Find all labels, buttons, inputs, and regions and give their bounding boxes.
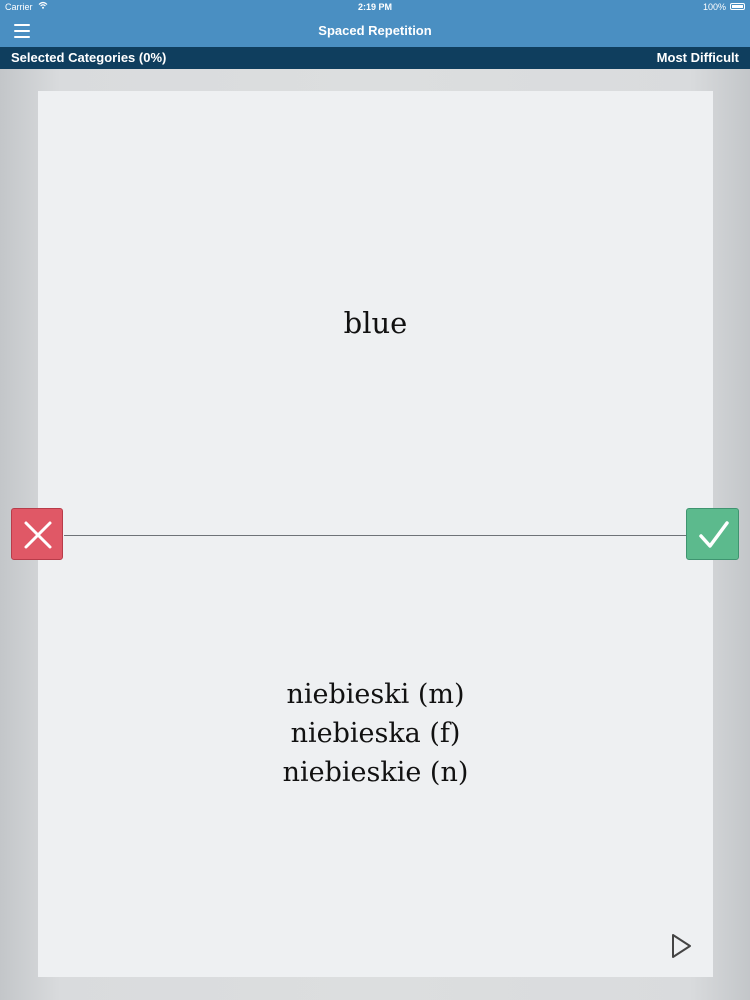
checkmark-icon — [699, 521, 729, 548]
translation-neuter: niebieskie (n) — [282, 757, 469, 788]
difficulty-mode-label[interactable]: Most Difficult — [657, 47, 739, 69]
category-bar: Selected Categories (0%) Most Difficult — [0, 47, 750, 69]
card-back-text: niebieski (m) niebieska (f) niebieskie (… — [38, 675, 713, 792]
translation-masculine: niebieski (m) — [286, 679, 465, 710]
translation-feminine: niebieska (f) — [290, 718, 461, 749]
status-bar: Carrier 2:19 PM 100% — [0, 0, 750, 14]
card-divider — [64, 535, 686, 536]
navigation-bar: Spaced Repetition — [0, 14, 750, 47]
battery-percentage: 100% — [702, 2, 726, 12]
mark-correct-button[interactable] — [686, 508, 739, 560]
play-icon[interactable] — [668, 932, 694, 960]
mark-wrong-button[interactable] — [11, 508, 63, 560]
status-time: 2:19 PM — [357, 2, 392, 12]
flashcard[interactable]: blue niebieski (m) niebieska (f) niebies… — [38, 91, 713, 977]
cross-icon — [24, 521, 52, 549]
selected-categories-label[interactable]: Selected Categories (0%) — [11, 47, 166, 69]
card-front-text: blue — [343, 306, 408, 340]
battery-icon — [730, 3, 745, 10]
page-title: Spaced Repetition — [318, 23, 432, 38]
